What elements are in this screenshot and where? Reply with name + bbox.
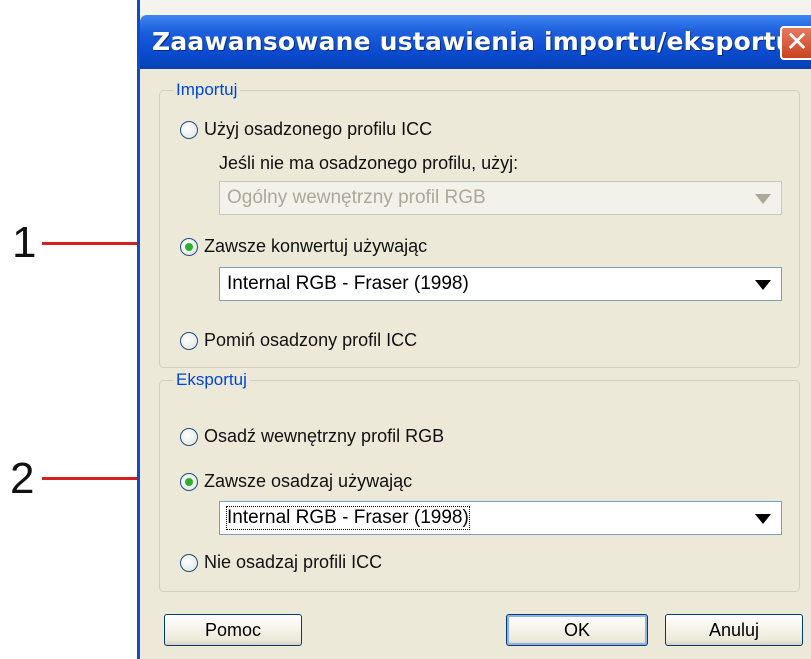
fallback-profile-select: Ogólny wewnętrzny profil RGB <box>219 181 782 215</box>
dialog-title: Zaawansowane ustawienia importu/eksportu <box>152 27 794 56</box>
radio-label: Nie osadzaj profili ICC <box>204 552 383 572</box>
help-button[interactable]: Pomoc <box>164 614 302 646</box>
radio-label: Pomiń osadzony profil ICC <box>204 330 418 350</box>
radio-embed-internal-profile[interactable]: Osadź wewnętrzny profil RGB <box>180 426 444 447</box>
dialog-window: Zaawansowane ustawienia importu/eksportu… <box>137 0 811 659</box>
radio-always-convert[interactable]: Zawsze konwertuj używając <box>180 236 427 257</box>
import-legend: Importuj <box>173 80 241 100</box>
ok-button[interactable]: OK <box>506 614 648 646</box>
radio-label: Zawsze konwertuj używając <box>204 236 428 256</box>
export-legend: Eksportuj <box>173 370 250 390</box>
select-value: Internal RGB - Fraser (1998) <box>227 273 469 294</box>
radio-button-icon[interactable] <box>180 237 198 256</box>
radio-ignore-embedded-profile[interactable]: Pomiń osadzony profil ICC <box>180 330 417 351</box>
chevron-down-icon <box>755 194 771 204</box>
fallback-profile-label: Jeśli nie ma osadzonego profilu, użyj: <box>219 153 519 173</box>
select-value: Internal RGB - Fraser (1998) <box>226 506 470 530</box>
callout-number-2: 2 <box>10 454 35 503</box>
radio-no-embed-profiles[interactable]: Nie osadzaj profili ICC <box>180 552 382 573</box>
import-profile-select[interactable]: Internal RGB - Fraser (1998) <box>219 267 782 301</box>
close-icon: ✕ <box>785 25 809 58</box>
cancel-button[interactable]: Anuluj <box>665 614 803 646</box>
radio-label: Użyj osadzonego profilu ICC <box>204 119 433 139</box>
chevron-down-icon[interactable] <box>755 514 771 524</box>
radio-button-icon[interactable] <box>180 427 198 446</box>
radio-always-embed[interactable]: Zawsze osadzaj używając <box>180 471 412 492</box>
radio-label: Osadź wewnętrzny profil RGB <box>204 426 445 446</box>
radio-button-icon[interactable] <box>180 331 198 350</box>
radio-use-embedded-profile[interactable]: Użyj osadzonego profilu ICC <box>180 119 432 140</box>
select-value: Ogólny wewnętrzny profil RGB <box>227 187 486 208</box>
radio-label: Zawsze osadzaj używając <box>204 471 413 491</box>
background-strip <box>140 0 811 15</box>
export-profile-select[interactable]: Internal RGB - Fraser (1998) <box>219 501 782 535</box>
radio-button-icon[interactable] <box>180 120 198 139</box>
radio-button-icon[interactable] <box>180 472 198 491</box>
title-bar[interactable]: Zaawansowane ustawienia importu/eksportu… <box>140 15 811 69</box>
chevron-down-icon[interactable] <box>755 280 771 290</box>
close-button[interactable]: ✕ <box>780 26 811 60</box>
callout-number-1: 1 <box>12 218 37 267</box>
radio-button-icon[interactable] <box>180 553 198 572</box>
